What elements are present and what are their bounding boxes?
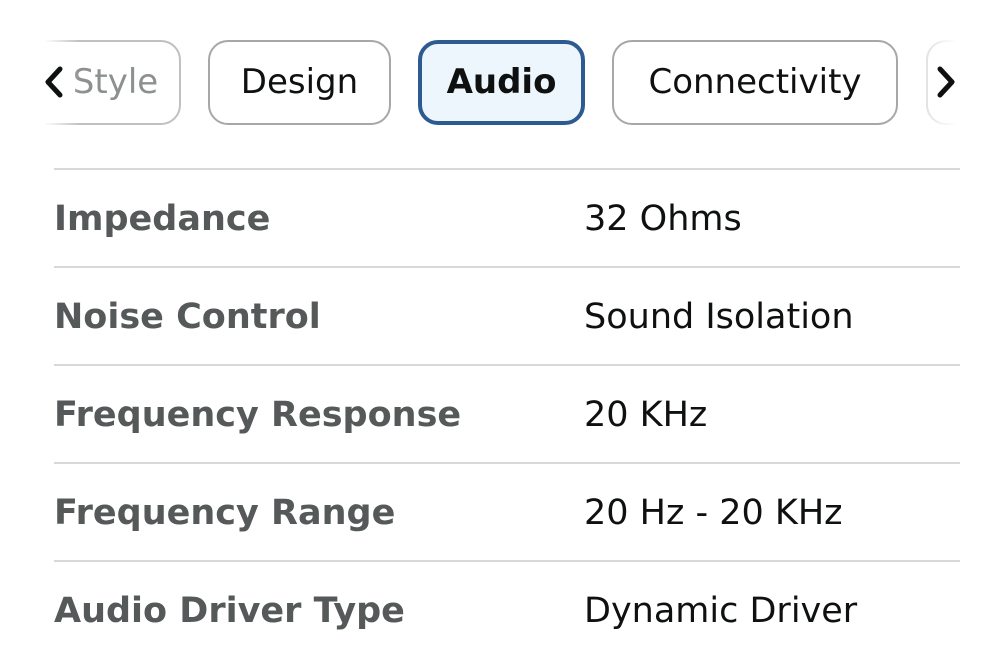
table-row: Audio Driver Type Dynamic Driver bbox=[54, 560, 960, 655]
spec-value: Sound Isolation bbox=[584, 297, 854, 337]
tab-audio[interactable]: Audio bbox=[418, 40, 585, 125]
chevron-left-icon[interactable] bbox=[40, 62, 70, 102]
tab-label: Audio bbox=[446, 62, 557, 102]
product-specs-panel: Style Design Audio Connectivity Impedanc… bbox=[0, 0, 1000, 655]
spec-name: Noise Control bbox=[54, 297, 321, 337]
table-row: Frequency Range 20 Hz - 20 KHz bbox=[54, 462, 960, 560]
table-row: Frequency Response 20 KHz bbox=[54, 364, 960, 462]
tab-design[interactable]: Design bbox=[208, 40, 391, 125]
table-row: Impedance 32 Ohms bbox=[54, 168, 960, 266]
spec-value: 20 Hz - 20 KHz bbox=[584, 493, 843, 533]
spec-table: Impedance 32 Ohms Noise Control Sound Is… bbox=[54, 168, 960, 655]
tab-connectivity[interactable]: Connectivity bbox=[612, 40, 898, 125]
tab-label: Connectivity bbox=[648, 62, 862, 102]
spec-name: Audio Driver Type bbox=[54, 591, 405, 631]
tab-label: Design bbox=[240, 62, 359, 102]
table-row: Noise Control Sound Isolation bbox=[54, 266, 960, 364]
spec-name: Frequency Response bbox=[54, 395, 462, 435]
spec-category-tabs: Style Design Audio Connectivity bbox=[0, 0, 1000, 140]
spec-value: 20 KHz bbox=[584, 395, 708, 435]
spec-name: Impedance bbox=[54, 199, 271, 239]
spec-name: Frequency Range bbox=[54, 493, 396, 533]
spec-value: 32 Ohms bbox=[584, 199, 742, 239]
chevron-right-icon[interactable] bbox=[930, 62, 960, 102]
spec-value: Dynamic Driver bbox=[584, 591, 858, 631]
